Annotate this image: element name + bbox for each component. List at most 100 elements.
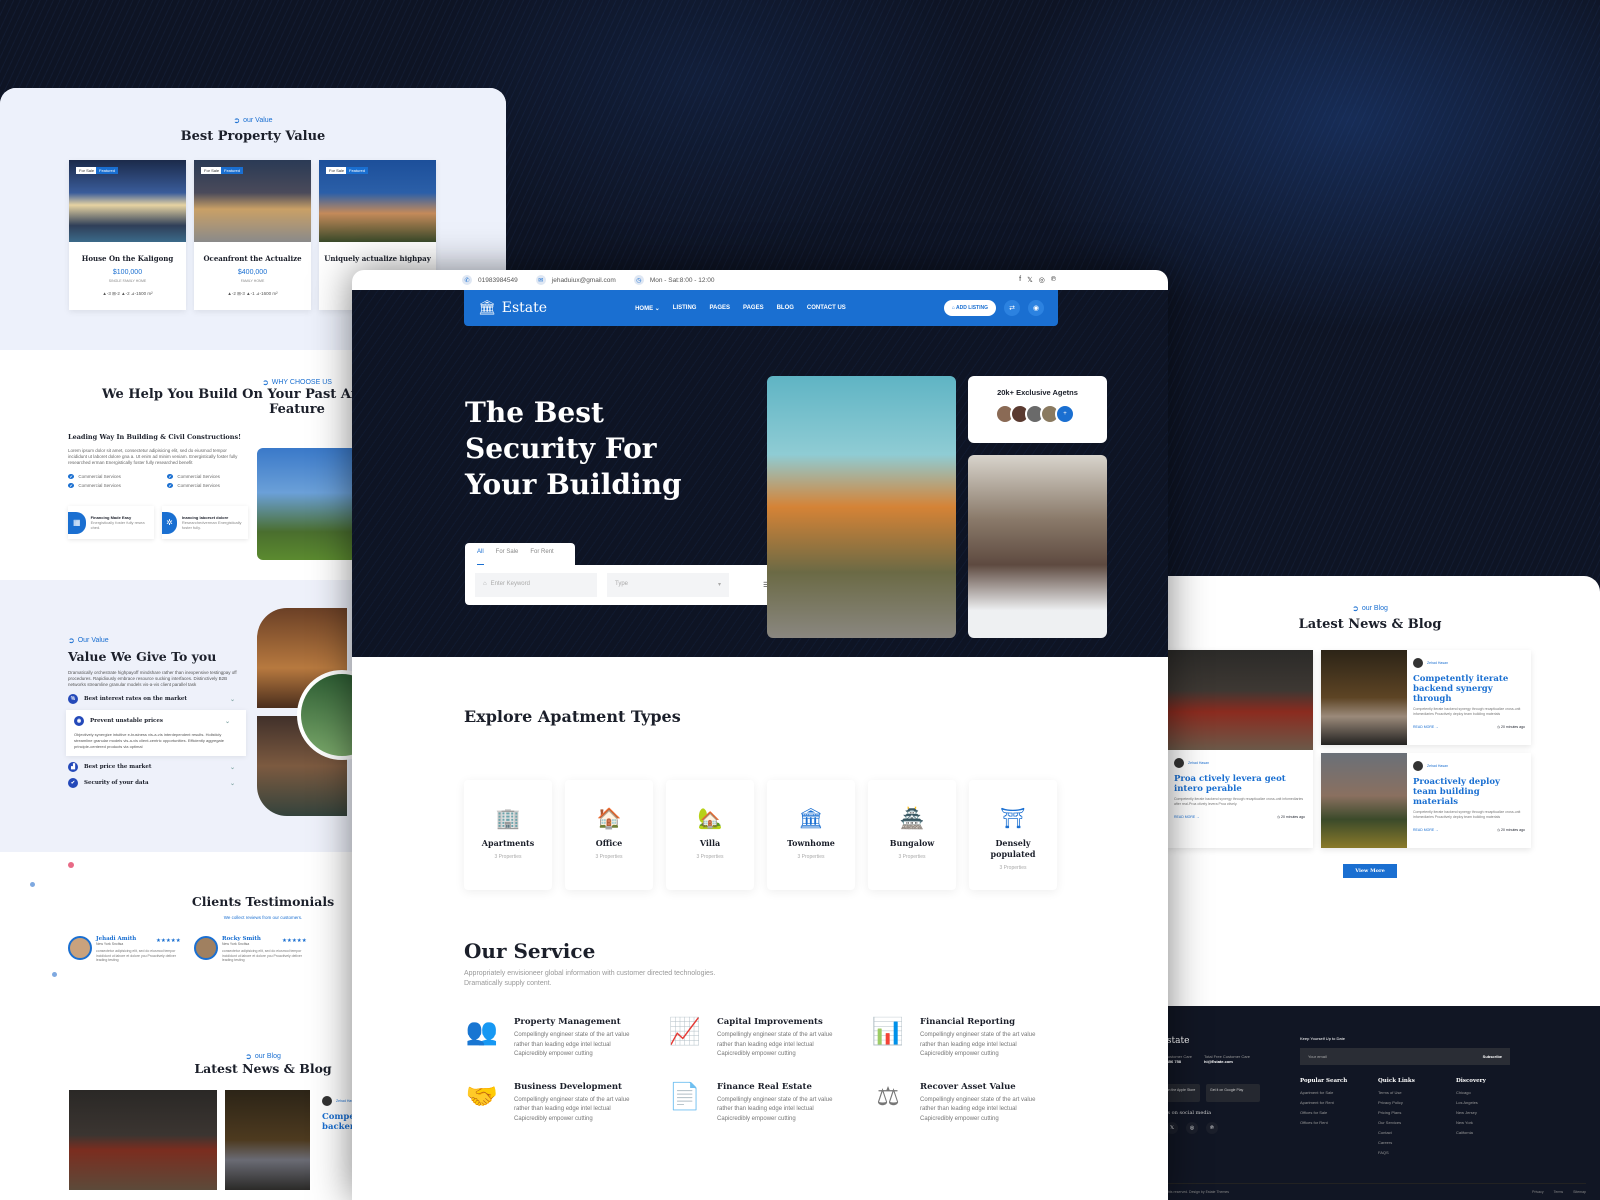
pinterest-icon[interactable]: ℗ — [1051, 276, 1056, 284]
network-icon: ✲ — [162, 511, 177, 534]
property-image: For Sale Featured — [69, 160, 186, 242]
blog-image — [1321, 650, 1407, 745]
accordion-item[interactable]: ▟ Best price the market ⌄ — [68, 762, 243, 772]
type-card-densely-populated[interactable]: ⛩ Densely populated 3 Properties — [969, 780, 1057, 890]
top-bar: ✆ 01983984549 ✉ jehaduiux@gmail.com ◷ Mon -… — [352, 270, 1168, 290]
avatar — [68, 936, 92, 960]
right-preview-panel: ➲ our Blog Latest News & Blog Zehad Hasan… — [1140, 576, 1600, 1200]
shield-icon: ◉ — [74, 716, 84, 726]
property-name: Uniquely actualize highpay — [324, 254, 431, 263]
read-more-link[interactable]: READ MORE → — [1413, 725, 1439, 729]
nav-contact[interactable]: CONTACT US — [807, 305, 846, 312]
type-card-bungalow[interactable]: 🏯 Bungalow 3 Properties — [868, 780, 956, 890]
nav-blog[interactable]: BLOG — [777, 305, 794, 312]
logo[interactable]: 🏛 Estate — [478, 300, 547, 316]
chevron-down-icon: ⌄ — [229, 780, 235, 787]
service-section: Our Service Appropriately envisioneer gl… — [352, 927, 1168, 1124]
chart-icon: ▟ — [68, 762, 78, 772]
hero-section: 🏛 Estate HOME ⌄ LISTING PAGES PAGES BLOG … — [352, 290, 1168, 657]
compare-icon[interactable]: ⇄ — [1004, 300, 1020, 316]
townhome-icon: 🏛 — [798, 808, 824, 830]
agents-card: 20k+ Exclusive Agetns + — [968, 376, 1107, 443]
type-card-apartments[interactable]: 🏢 Apartments 3 Properties — [464, 780, 552, 890]
footer: 🏙 Estate Total Free Customer Care+(388) … — [1140, 1006, 1600, 1200]
property-features: ▲-2 ⊞-3 ▲-1 ⊿-1600 m² — [227, 291, 278, 296]
nav-home[interactable]: HOME ⌄ — [635, 305, 660, 312]
property-type: FAMILY HOME — [240, 279, 265, 283]
property-card[interactable]: For Sale Featured House On the Kaligong $… — [69, 160, 186, 310]
facebook-icon[interactable]: f — [1019, 276, 1021, 284]
blog-image — [225, 1090, 310, 1190]
nav-pages[interactable]: PAGES — [709, 305, 730, 312]
why-text: Lorem ipsum dolor sit amet, consectetur … — [68, 448, 238, 465]
twitter-icon[interactable]: 𝕏 — [1027, 276, 1033, 284]
add-listing-button[interactable]: ⌂ ADD LISTING — [943, 300, 996, 316]
service-item[interactable]: 📊 Financial Reporting Compellingly enginee… — [870, 1017, 1073, 1060]
service-item[interactable]: 📈 Capital Improvements Compellingly engine… — [667, 1017, 870, 1060]
bungalow-icon: 🏯 — [899, 808, 925, 830]
type-card-townhome[interactable]: 🏛 Townhome 3 Properties — [767, 780, 855, 890]
blog-card[interactable]: Zehad Hasan Proactively deploy team buil… — [1321, 753, 1531, 848]
read-more-link[interactable]: READ MORE → — [1413, 828, 1439, 832]
view-more-button[interactable]: View More — [1343, 864, 1397, 878]
chevron-down-icon: ⌄ — [224, 718, 230, 725]
blog-card[interactable]: Zehad Hasan Competently iterate backend … — [1321, 650, 1531, 745]
tab-for-sale[interactable]: For Sale — [496, 549, 519, 565]
blog-image — [1321, 753, 1407, 848]
home-search-icon: ⌂ — [483, 581, 487, 587]
type-select[interactable]: Type ▾ — [607, 573, 729, 597]
property-price: $400,000 — [237, 269, 268, 276]
service-item[interactable]: ⚖ Recover Asset Value Compellingly enginee… — [870, 1082, 1073, 1125]
type-card-office[interactable]: 🏠 Office 3 Properties — [565, 780, 653, 890]
property-image: For Sale Featured — [194, 160, 311, 242]
accordion-item[interactable]: % Best interest rates on the market ⌄ — [68, 694, 243, 704]
office-icon: 🏠 — [596, 808, 622, 830]
building-logo-icon: 🏛 — [478, 300, 496, 316]
blog-card[interactable]: Zehad Hasan Proa ctively levera geot int… — [1166, 650, 1313, 848]
blog-title: Latest News & Blog — [1298, 617, 1442, 632]
footer-column-discovery: Discovery Chicago Los Angeles New Jersey New… — [1456, 1078, 1486, 1135]
service-item[interactable]: 🤝 Business Development Compellingly engine… — [464, 1082, 667, 1125]
phone-icon: ✆ — [462, 275, 472, 285]
explore-section: Explore Apatment Types 🏢 Apartments 3 Prop… — [352, 657, 1168, 927]
service-title: Our Service — [464, 939, 596, 963]
pinterest-icon[interactable]: ℗ — [1206, 1122, 1218, 1134]
building-icon: ▦ — [68, 511, 86, 534]
main-nav: 🏛 Estate HOME ⌄ LISTING PAGES PAGES BLOG … — [464, 290, 1058, 326]
avatar — [1413, 761, 1423, 771]
instagram-icon[interactable]: ◎ — [1186, 1122, 1198, 1134]
user-icon[interactable]: ◉ — [1028, 300, 1044, 316]
property-features: ▲-3 ⊞-2 ▲-2 ⊿-1500 m² — [102, 291, 153, 296]
tab-for-rent[interactable]: For Rent — [530, 549, 553, 565]
feature-card: ▦ Financing Made Easy Energistically foste… — [68, 506, 154, 539]
keyword-input[interactable]: ⌂ Enter Keyword — [475, 573, 597, 597]
document-icon: 📄 — [668, 1080, 702, 1111]
avatar — [1174, 758, 1184, 768]
explore-title: Explore Apatment Types — [464, 707, 681, 726]
accordion-item-open[interactable]: ◉ Prevent unstable prices ⌄ Objectively sy… — [66, 710, 246, 756]
instagram-icon[interactable]: ◎ — [1039, 276, 1045, 284]
more-agents-button[interactable]: + — [1055, 404, 1075, 424]
apartment-icon: 🏢 — [495, 808, 521, 830]
hero-title: The Best Security For Your Building — [465, 396, 682, 501]
property-name: House On the Kaligong — [81, 254, 174, 263]
google-play-button[interactable]: Get it on Google Play — [1206, 1084, 1260, 1102]
read-more-link[interactable]: READ MORE → — [1174, 815, 1200, 819]
subscribe-button[interactable]: Subscribe — [1483, 1054, 1502, 1059]
property-card[interactable]: For Sale Featured Oceanfront the Actualiz… — [194, 160, 311, 310]
accordion-item[interactable]: ✔ Security of your data ⌄ — [68, 778, 243, 788]
nav-pages-2[interactable]: PAGES — [743, 305, 764, 312]
feature-card: ✲ Inancing laborset dolore Researchedverma… — [162, 506, 248, 539]
blog-image — [1166, 650, 1313, 750]
service-item[interactable]: 📄 Finance Real Estate Compellingly enginee… — [667, 1082, 870, 1125]
newsletter-email-input[interactable]: Your email Subscribe — [1300, 1048, 1510, 1065]
footer-column-popular: Popular Search Apartment for Sale Apartmen… — [1300, 1078, 1348, 1125]
service-item[interactable]: 👥 Property Management Compellingly enginee… — [464, 1017, 667, 1060]
nav-listing[interactable]: LISTING — [673, 305, 697, 312]
property-price: $100,000 — [112, 269, 143, 276]
scale-icon: ⚖ — [876, 1080, 900, 1111]
value-images — [257, 608, 387, 816]
bar-chart-icon: 📊 — [871, 1016, 905, 1046]
tab-all[interactable]: All — [477, 549, 484, 565]
type-card-villa[interactable]: 🏡 Villa 3 Properties — [666, 780, 754, 890]
